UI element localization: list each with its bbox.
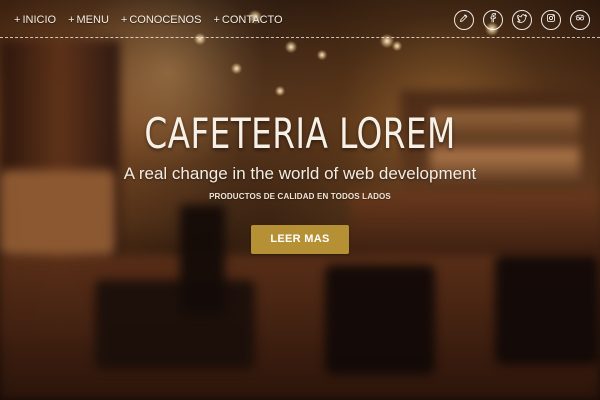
menu-label: MENU <box>76 14 109 26</box>
pencil-icon-button[interactable] <box>454 10 474 30</box>
facebook-icon <box>487 11 499 29</box>
instagram-icon <box>545 11 557 29</box>
social-links <box>454 10 590 30</box>
ceiling-light-7 <box>392 41 402 51</box>
background-chair-1 <box>95 280 255 370</box>
tripadvisor-icon-button[interactable] <box>570 10 590 30</box>
hero-tagline: PRODUCTOS DE CALIDAD EN TODOS LADOS <box>209 191 391 201</box>
menu-label: CONTACTO <box>221 14 283 26</box>
menu-item-inicio[interactable]: + INICIO <box>14 15 56 26</box>
ceiling-light-5 <box>317 50 327 60</box>
main-menu: + INICIO + MENU + CONOCENOS + CONTACTO <box>14 15 283 26</box>
pencil-icon <box>458 11 470 29</box>
menu-prefix: + <box>14 14 21 26</box>
menu-prefix: + <box>120 14 128 26</box>
menu-prefix: + <box>68 14 75 26</box>
top-navigation: + INICIO + MENU + CONOCENOS + CONTACTO <box>0 0 600 38</box>
instagram-icon-button[interactable] <box>541 10 561 30</box>
menu-prefix: + <box>213 14 220 26</box>
twitter-icon-button[interactable] <box>512 10 532 30</box>
menu-label: CONOCENOS <box>129 14 202 26</box>
tripadvisor-icon <box>574 11 586 29</box>
hero-subtitle: A real change in the world of web develo… <box>123 164 477 183</box>
background-chair-2 <box>325 265 435 375</box>
background-chair-3 <box>495 255 600 365</box>
menu-item-conocenos[interactable]: + CONOCENOS <box>121 15 202 26</box>
facebook-icon-button[interactable] <box>483 10 503 30</box>
menu-item-contacto[interactable]: + CONTACTO <box>213 15 282 26</box>
menu-item-menu[interactable]: + MENU <box>68 15 109 26</box>
ceiling-light-4 <box>285 41 297 53</box>
read-more-button[interactable]: LEER MAS <box>251 224 349 254</box>
hero-content: CAFETERIA LOREM A real change in the wor… <box>0 113 600 254</box>
ceiling-light-8 <box>275 86 285 96</box>
twitter-icon <box>516 11 528 29</box>
hero-section: + INICIO + MENU + CONOCENOS + CONTACTO C… <box>0 0 600 400</box>
hero-title: CAFETERIA LOREM <box>144 109 456 158</box>
menu-label: INICIO <box>22 14 57 26</box>
ceiling-light-2 <box>231 63 242 74</box>
